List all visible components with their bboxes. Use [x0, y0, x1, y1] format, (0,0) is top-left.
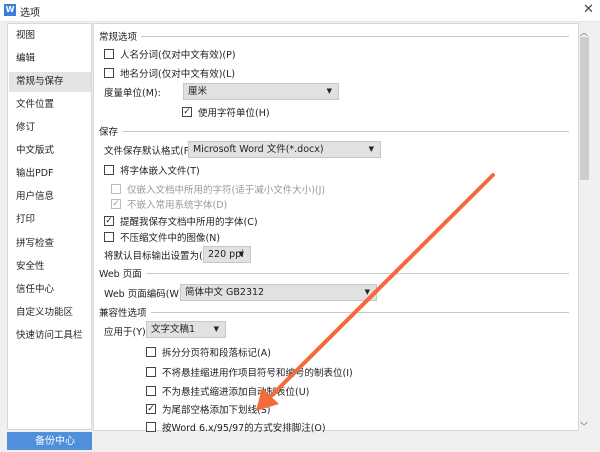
annotation-arrow — [256, 173, 495, 411]
